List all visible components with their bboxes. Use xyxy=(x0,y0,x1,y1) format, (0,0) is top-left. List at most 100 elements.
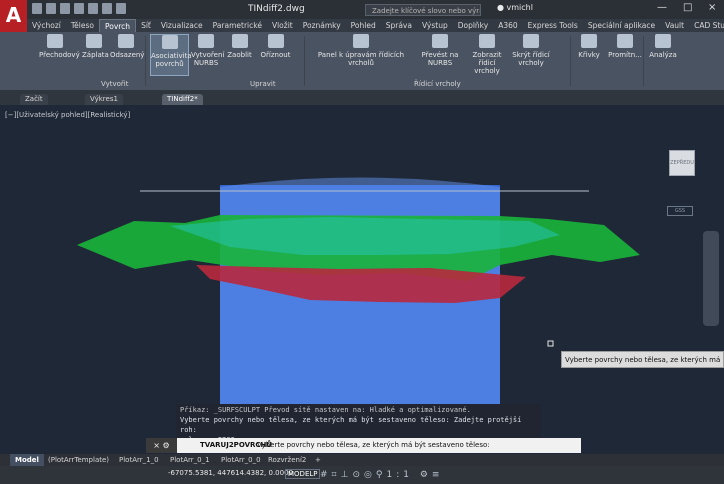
autocad-logo[interactable]: A xyxy=(0,0,27,34)
selection-tooltip: Vyberte povrchy nebo tělesa, ze kterých … xyxy=(561,351,724,368)
doc-tab-drawing1[interactable]: Výkres1 xyxy=(85,94,123,105)
settings-command-icon[interactable]: ⚙ xyxy=(163,441,170,450)
nurbs-icon xyxy=(198,34,214,48)
offset-button[interactable]: Odsazený xyxy=(110,34,144,59)
trim-icon xyxy=(267,34,284,48)
print-icon[interactable] xyxy=(88,3,98,14)
layout-tab-rozvrzeni2[interactable]: Rozvržení2 xyxy=(263,454,311,466)
window-title: TINdiff2.dwg xyxy=(248,4,305,14)
tab-express-tools[interactable]: Express Tools xyxy=(523,19,583,32)
nurbs-creation-button[interactable]: Vytvoření NURBS xyxy=(191,34,224,67)
quick-access-toolbar xyxy=(32,3,126,14)
command-line-controls: × ⚙ xyxy=(146,438,177,453)
layout-tab-model[interactable]: Model xyxy=(10,454,44,466)
offset-icon xyxy=(118,34,134,48)
convert-to-nurbs-button[interactable]: Převést na NURBS xyxy=(421,34,459,67)
add-layout-icon[interactable]: + xyxy=(310,454,326,466)
surface-associativity-button[interactable]: Asociativita povrchů xyxy=(150,34,192,76)
project-button[interactable]: Promítn... xyxy=(608,34,642,59)
tab-sprava[interactable]: Správa xyxy=(381,19,417,32)
fillet-button[interactable]: Zaoblit xyxy=(226,34,253,59)
ribbon-separator xyxy=(570,36,571,86)
open-icon[interactable] xyxy=(46,3,56,14)
curves-button[interactable]: Křivky xyxy=(576,34,602,59)
grid-icon[interactable]: # xyxy=(320,470,332,480)
tab-a360[interactable]: A360 xyxy=(493,19,522,32)
document-tabs: Začít Výkres1 TINdiff2* xyxy=(0,90,724,105)
maximize-icon[interactable]: □ xyxy=(683,2,692,13)
layout-tabs: Model (PlotArrTemplate) PlotArr_1_0 Plot… xyxy=(0,454,724,466)
redo-icon[interactable] xyxy=(116,3,126,14)
save-as-icon[interactable] xyxy=(74,3,84,14)
ortho-icon[interactable]: ⊥ xyxy=(341,470,353,480)
tab-specialni-aplikace[interactable]: Speciální aplikace xyxy=(583,19,660,32)
tab-vychozi[interactable]: Výchozí xyxy=(27,19,66,32)
show-cv-button[interactable]: Zobrazit řídicí vrcholy xyxy=(466,34,508,75)
scale-value: 1:1 xyxy=(386,470,413,480)
navigation-bar[interactable] xyxy=(703,231,719,326)
polar-icon[interactable]: ⊙ xyxy=(352,470,364,480)
history-line-2: Vyberte povrchy nebo tělesa, ze kterých … xyxy=(180,416,522,434)
snap-icon[interactable]: ⌗ xyxy=(332,470,341,480)
analysis-icon xyxy=(655,34,671,48)
tab-parametricke[interactable]: Parametrické xyxy=(208,19,267,32)
ribbon-separator xyxy=(304,36,305,86)
user-name: vmichl xyxy=(506,3,533,12)
search-input[interactable]: Zadejte klíčové slovo nebo výraz xyxy=(365,4,481,16)
status-bar: -67075.5381, 447614.4382, 0.0000 MODELP … xyxy=(0,466,724,484)
project-icon xyxy=(617,34,633,48)
tab-teleso[interactable]: Těleso xyxy=(66,19,99,32)
user-account[interactable]: ● vmichl xyxy=(497,3,533,12)
viewcube[interactable]: ZEPŘEDU xyxy=(669,150,695,176)
layout-tab-plotarr-0-1[interactable]: PlotArr_0_1 xyxy=(165,454,215,466)
user-icon: ● xyxy=(497,3,504,12)
tab-doplnky[interactable]: Doplňky xyxy=(453,19,493,32)
tab-vystup[interactable]: Výstup xyxy=(417,19,453,32)
tab-cad-studio[interactable]: CAD Studio xyxy=(689,19,724,32)
layout-tab-plotarrtemplate[interactable]: (PlotArrTemplate) xyxy=(43,454,114,466)
command-line[interactable]: × ⚙ TVARUJ2POVRCHŮ Vyberte povrchy nebo … xyxy=(146,438,581,453)
wcs-menu[interactable]: GSS xyxy=(667,206,693,216)
drawing-viewport[interactable]: [−][Uživatelský pohled][Realistický] ZEP… xyxy=(0,105,724,454)
tab-vizualizace[interactable]: Vizualizace xyxy=(156,19,208,32)
hide-cv-button[interactable]: Skrýt řídicí vrcholy xyxy=(510,34,552,67)
tab-vault[interactable]: Vault xyxy=(660,19,689,32)
tab-poznamky[interactable]: Poznámky xyxy=(298,19,346,32)
ribbon: Přechodový Záplata Odsazený Asociativita… xyxy=(0,32,724,90)
tab-pohled[interactable]: Pohled xyxy=(346,19,381,32)
analysis-button[interactable]: Analýza xyxy=(647,34,679,59)
close-command-icon[interactable]: × xyxy=(153,441,160,450)
cv-edit-icon xyxy=(353,34,369,48)
trim-button[interactable]: Oříznout xyxy=(260,34,291,59)
blend-icon xyxy=(46,34,63,48)
cv-edit-bar-button[interactable]: Panel k úpravám řídicích vrcholů xyxy=(308,34,414,67)
model-space-toggle[interactable]: MODELP xyxy=(285,469,321,479)
customize-icon[interactable]: ≡ xyxy=(432,470,444,480)
surface-associativity-icon xyxy=(161,35,178,49)
3d-model-canvas[interactable] xyxy=(0,105,724,454)
osnap-icon[interactable]: ◎ xyxy=(364,470,376,480)
undo-icon[interactable] xyxy=(102,3,112,14)
ribbon-separator xyxy=(145,36,146,86)
doc-tab-tindiff2[interactable]: TINdiff2* xyxy=(162,94,203,105)
history-line-1: Příkaz: _SURFSCULPT Převod sítě nastaven… xyxy=(180,406,471,414)
tab-povrch[interactable]: Povrch xyxy=(98,19,137,32)
new-icon[interactable] xyxy=(32,3,42,14)
doc-tab-start[interactable]: Začít xyxy=(20,94,48,105)
minimize-icon[interactable]: — xyxy=(657,2,667,13)
blend-button[interactable]: Přechodový xyxy=(39,34,80,59)
patch-button[interactable]: Záplata xyxy=(82,34,109,59)
panel-title-create: Vytvořit xyxy=(101,80,129,88)
annotation-scale-icon[interactable]: ⚲ xyxy=(376,470,387,480)
tab-sit[interactable]: Síť xyxy=(136,19,156,32)
tab-vlozit[interactable]: Vložit xyxy=(267,19,298,32)
settings-icon[interactable]: ⚙ xyxy=(420,470,432,480)
layout-tab-plotarr-1-0[interactable]: PlotArr_1_0 xyxy=(114,454,164,466)
ribbon-menu: Výchozí Těleso Povrch Síť Vizualizace Pa… xyxy=(27,19,724,32)
layout-tab-plotarr-0-0[interactable]: PlotArr_0_0 xyxy=(216,454,266,466)
cursor-coordinates: -67075.5381, 447614.4382, 0.0000 xyxy=(168,469,293,477)
panel-title-control-vertices: Řídicí vrcholy xyxy=(414,80,461,88)
save-icon[interactable] xyxy=(60,3,70,14)
curves-icon xyxy=(581,34,597,48)
close-icon[interactable]: × xyxy=(708,2,716,13)
